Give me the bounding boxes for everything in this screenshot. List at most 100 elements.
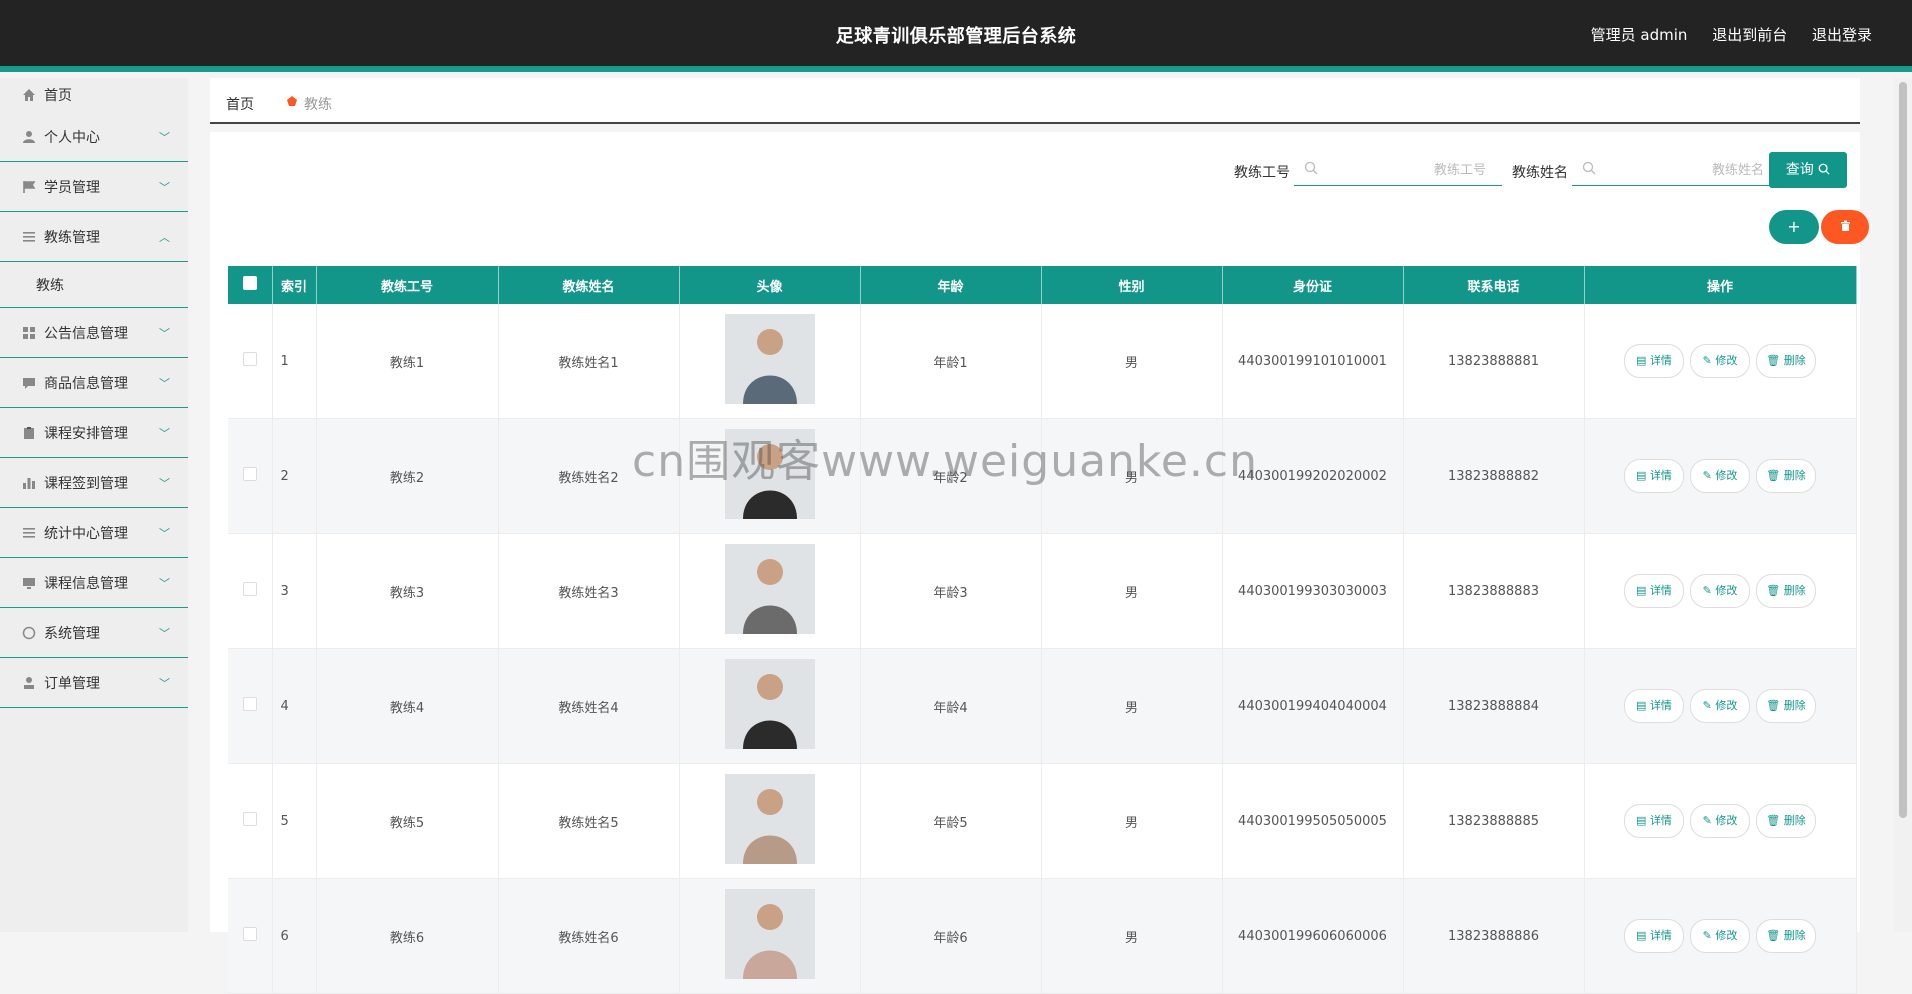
delete-button[interactable]: 🗑 删除 xyxy=(1756,459,1816,493)
sidebar-item-label: 系统管理 xyxy=(44,625,100,642)
row-checkbox[interactable] xyxy=(242,927,257,941)
column-header: 操作 xyxy=(1584,266,1857,304)
table-row: 4 教练4 教练姓名4 年龄4 男 440300199404040004 138238888… xyxy=(228,648,1857,764)
trash-icon: 🗑 xyxy=(1766,584,1784,597)
chevron-down-icon: ﹀ xyxy=(159,180,170,194)
sidebar-item-label: 商品信息管理 xyxy=(44,375,128,392)
row-id-card: 440300199202020002 xyxy=(1222,418,1404,534)
sidebar-item-home[interactable]: 首页 xyxy=(0,78,188,112)
row-phone: 13823888886 xyxy=(1403,878,1585,994)
chevron-down-icon: ﹀ xyxy=(159,426,170,440)
edit-button[interactable]: ✎ 修改 xyxy=(1690,574,1750,608)
coach-name-input[interactable] xyxy=(1602,156,1766,184)
batch-delete-button[interactable] xyxy=(1821,210,1869,244)
delete-button[interactable]: 🗑 删除 xyxy=(1756,804,1816,838)
row-checkbox[interactable] xyxy=(242,467,257,481)
row-age: 年龄5 xyxy=(860,763,1042,879)
row-select-cell[interactable] xyxy=(228,878,273,994)
coach-name-search-field[interactable] xyxy=(1572,152,1780,186)
trash-icon: 🗑 xyxy=(1766,354,1784,367)
detail-button[interactable]: ▤ 详情 xyxy=(1624,344,1684,378)
edit-button[interactable]: ✎ 修改 xyxy=(1690,804,1750,838)
home-icon xyxy=(22,88,36,102)
chevron-down-icon: ﹀ xyxy=(159,526,170,540)
delete-button[interactable]: 🗑 删除 xyxy=(1756,574,1816,608)
row-checkbox[interactable] xyxy=(242,352,257,366)
row-select-cell[interactable] xyxy=(228,648,273,764)
row-select-cell[interactable] xyxy=(228,763,273,879)
sidebar-subitem-coach[interactable]: 教练 xyxy=(0,262,188,308)
row-phone: 13823888884 xyxy=(1403,648,1585,764)
monitor-icon xyxy=(22,576,36,590)
row-coach-name: 教练姓名1 xyxy=(498,304,680,419)
breadcrumb: 首页 教练 xyxy=(210,78,1860,124)
edit-button[interactable]: ✎ 修改 xyxy=(1690,459,1750,493)
sidebar-item-label: 课程签到管理 xyxy=(44,475,128,492)
detail-button[interactable]: ▤ 详情 xyxy=(1624,804,1684,838)
row-id-card: 440300199101010001 xyxy=(1222,304,1404,419)
row-coach-name: 教练姓名3 xyxy=(498,533,680,649)
delete-button[interactable]: 🗑 删除 xyxy=(1756,689,1816,723)
sidebar-item-label: 统计中心管理 xyxy=(44,525,128,542)
add-button-label: + xyxy=(1787,217,1801,236)
back-to-front-link[interactable]: 退出到前台 xyxy=(1712,26,1787,44)
row-index: 6 xyxy=(272,878,317,994)
coach-id-search-field[interactable] xyxy=(1294,152,1502,186)
row-coach-code: 教练2 xyxy=(316,418,499,534)
row-index: 2 xyxy=(272,418,317,534)
sidebar-item-courses[interactable]: 课程信息管理 ﹀ xyxy=(0,558,188,608)
select-all-checkbox[interactable] xyxy=(242,276,257,290)
delete-button[interactable]: 🗑 删除 xyxy=(1756,919,1816,953)
row-gender: 男 xyxy=(1041,878,1223,994)
column-header: 索引 xyxy=(272,266,317,304)
row-checkbox[interactable] xyxy=(242,812,257,826)
detail-button[interactable]: ▤ 详情 xyxy=(1624,689,1684,723)
row-actions: ▤ 详情 ✎ 修改 🗑 删除 xyxy=(1584,763,1857,879)
row-select-cell[interactable] xyxy=(228,533,273,649)
table-row: 3 教练3 教练姓名3 年龄3 男 440300199303030003 138238888… xyxy=(228,533,1857,649)
sidebar-item-checkin[interactable]: 课程签到管理 ﹀ xyxy=(0,458,188,508)
select-all-header[interactable] xyxy=(228,266,273,304)
trash-icon: 🗑 xyxy=(1766,699,1784,712)
admin-user-link[interactable]: 管理员 admin xyxy=(1591,26,1688,44)
breadcrumb-home[interactable]: 首页 xyxy=(226,94,254,114)
edit-button[interactable]: ✎ 修改 xyxy=(1690,344,1750,378)
detail-button[interactable]: ▤ 详情 xyxy=(1624,574,1684,608)
sidebar-item-schedule[interactable]: 课程安排管理 ﹀ xyxy=(0,408,188,458)
sidebar-item-orders[interactable]: 订单管理 ﹀ xyxy=(0,658,188,708)
row-actions: ▤ 详情 ✎ 修改 🗑 删除 xyxy=(1584,878,1857,994)
sidebar: 首页 个人中心 ﹀ 学员管理 ﹀ 教练管理 ︿ 教练 公告信息管理 ﹀ 商品信息… xyxy=(0,78,188,932)
row-checkbox[interactable] xyxy=(242,697,257,711)
avatar xyxy=(724,314,815,404)
sidebar-item-students[interactable]: 学员管理 ﹀ xyxy=(0,162,188,212)
row-select-cell[interactable] xyxy=(228,418,273,534)
coach-id-input[interactable] xyxy=(1324,156,1488,184)
edit-button[interactable]: ✎ 修改 xyxy=(1690,689,1750,723)
sidebar-item-stats[interactable]: 统计中心管理 ﹀ xyxy=(0,508,188,558)
query-button[interactable]: 查询 xyxy=(1769,152,1847,188)
detail-button[interactable]: ▤ 详情 xyxy=(1624,919,1684,953)
delete-button[interactable]: 🗑 删除 xyxy=(1756,344,1816,378)
scrollbar-thumb[interactable] xyxy=(1899,82,1907,818)
sidebar-item-notices[interactable]: 公告信息管理 ﹀ xyxy=(0,308,188,358)
sidebar-item-personal[interactable]: 个人中心 ﹀ xyxy=(0,112,188,162)
page-scrollbar[interactable] xyxy=(1894,78,1912,932)
row-coach-code: 教练3 xyxy=(316,533,499,649)
sidebar-item-system[interactable]: 系统管理 ﹀ xyxy=(0,608,188,658)
detail-button[interactable]: ▤ 详情 xyxy=(1624,459,1684,493)
sidebar-item-label: 学员管理 xyxy=(44,179,100,196)
logout-link[interactable]: 退出登录 xyxy=(1812,26,1872,44)
avatar xyxy=(724,659,815,749)
sidebar-item-label: 教练管理 xyxy=(44,229,100,246)
row-select-cell[interactable] xyxy=(228,304,273,419)
edit-button[interactable]: ✎ 修改 xyxy=(1690,919,1750,953)
sidebar-item-goods[interactable]: 商品信息管理 ﹀ xyxy=(0,358,188,408)
list-icon xyxy=(22,230,36,244)
chevron-down-icon: ﹀ xyxy=(159,130,170,144)
sidebar-item-label: 课程安排管理 xyxy=(44,425,128,442)
row-checkbox[interactable] xyxy=(242,582,257,596)
row-coach-code: 教练1 xyxy=(316,304,499,419)
sidebar-item-coaches[interactable]: 教练管理 ︿ xyxy=(0,212,188,262)
add-button[interactable]: + xyxy=(1769,210,1819,244)
pencil-icon: ✎ xyxy=(1702,929,1716,942)
